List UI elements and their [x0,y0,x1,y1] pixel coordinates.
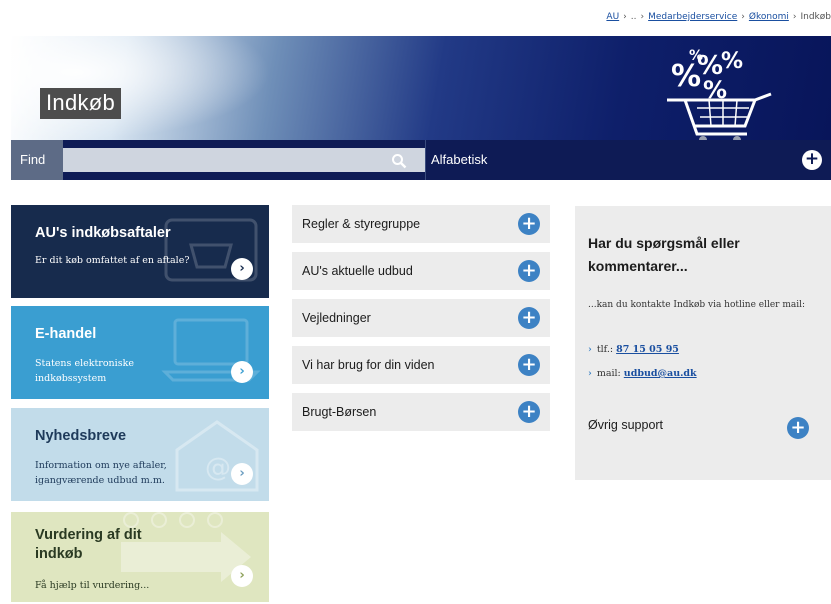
accordion-label: Brugt-Børsen [302,405,377,419]
chevron-right-icon: › [588,344,592,355]
accordion-vejledninger[interactable]: Vejledninger + [292,299,550,337]
page-banner: Indkøb % % % % % [11,36,831,140]
phone-line: › tlf.: 87 15 05 95 [588,344,679,355]
svg-text:@: @ [205,453,231,483]
svg-text:%: % [689,48,703,64]
accordion-regler-styregruppe[interactable]: Regler & styregruppe + [292,205,550,243]
phone-prefix: tlf.: [596,344,614,355]
breadcrumb-ellipsis: .. [630,12,637,22]
chevron-right-icon: › [588,368,592,379]
contact-heading: Har du spørgsmål eller kommentarer... [588,235,740,274]
breadcrumb-current: Indkøb [800,12,831,22]
search-icon[interactable] [391,153,407,169]
shopping-cart-percent-icon: % % % % % [667,48,772,140]
tile-title: Nyhedsbreve [35,428,127,444]
page-title: Indkøb [40,88,122,119]
breadcrumb-medarbejderservice[interactable]: Medarbejderservice [648,12,737,22]
mail-link[interactable]: udbud@au.dk [624,368,697,379]
breadcrumb-au[interactable]: AU [606,12,619,22]
tile-title: E-handel [35,326,97,342]
plus-icon[interactable]: + [518,260,540,282]
chevron-right-icon[interactable]: › [231,361,253,383]
tile-text: Information om nye aftaler, igangværende… [35,460,167,486]
tile-au-indkobsaftaler[interactable]: AU's indkøbsaftaler Er dit køb omfattet … [11,205,269,298]
tile-text: Statens elektroniske indkøbssystem [35,358,134,384]
tile-e-handel[interactable]: E-handel Statens elektroniske indkøbssys… [11,306,269,399]
search-bar: Find Alfabetisk + [11,140,831,180]
contact-intro: ...kan du kontakte Indkøb via hotline el… [588,300,806,310]
breadcrumb-okonomi[interactable]: Økonomi [749,12,789,22]
support-label[interactable]: Øvrig support [588,418,663,432]
tile-title: Vurdering af dit indkøb [35,527,142,562]
breadcrumb: AU ›.. › Medarbejderservice › Økonomi › Indkøb [606,12,831,22]
accordion-aktuelle-udbud[interactable]: AU's aktuelle udbud + [292,252,550,290]
alphabetical-expand-icon[interactable]: + [802,150,822,170]
chevron-right-icon[interactable]: › [231,463,253,485]
search-input[interactable] [63,148,425,172]
tile-text: Er dit køb omfattet af en aftale? [35,255,190,266]
plus-icon[interactable]: + [518,213,540,235]
find-label: Find [11,140,63,180]
plus-icon[interactable]: + [787,417,809,439]
chevron-right-icon[interactable]: › [231,565,253,587]
plus-icon[interactable]: + [518,354,540,376]
svg-text:%: % [721,49,743,74]
plus-icon[interactable]: + [518,307,540,329]
accordion-brug-for-din-viden[interactable]: Vi har brug for din viden + [292,346,550,384]
accordion-label: Regler & styregruppe [302,217,421,231]
tile-nyhedsbreve[interactable]: @ Nyhedsbreve Information om nye aftaler… [11,408,269,501]
chevron-right-icon[interactable]: › [231,258,253,280]
accordion-label: Vi har brug for din viden [302,358,435,372]
phone-link[interactable]: 87 15 05 95 [616,344,679,355]
tile-vurdering[interactable]: Vurdering af dit indkøb Få hjælp til vur… [11,512,269,602]
contact-box: Har du spørgsmål eller kommentarer... ..… [575,206,831,480]
tile-title: AU's indkøbsaftaler [35,225,171,241]
accordion-label: AU's aktuelle udbud [302,264,413,278]
mail-prefix: mail: [596,368,621,379]
tile-text: Få hjælp til vurdering... [35,580,150,591]
mail-line: › mail: udbud@au.dk [588,368,697,379]
accordion-brugt-borsen[interactable]: Brugt-Børsen + [292,393,550,431]
alphabetical-link[interactable]: Alfabetisk [431,140,487,180]
accordion-label: Vejledninger [302,311,371,325]
plus-icon[interactable]: + [518,401,540,423]
search-divider [425,140,426,180]
